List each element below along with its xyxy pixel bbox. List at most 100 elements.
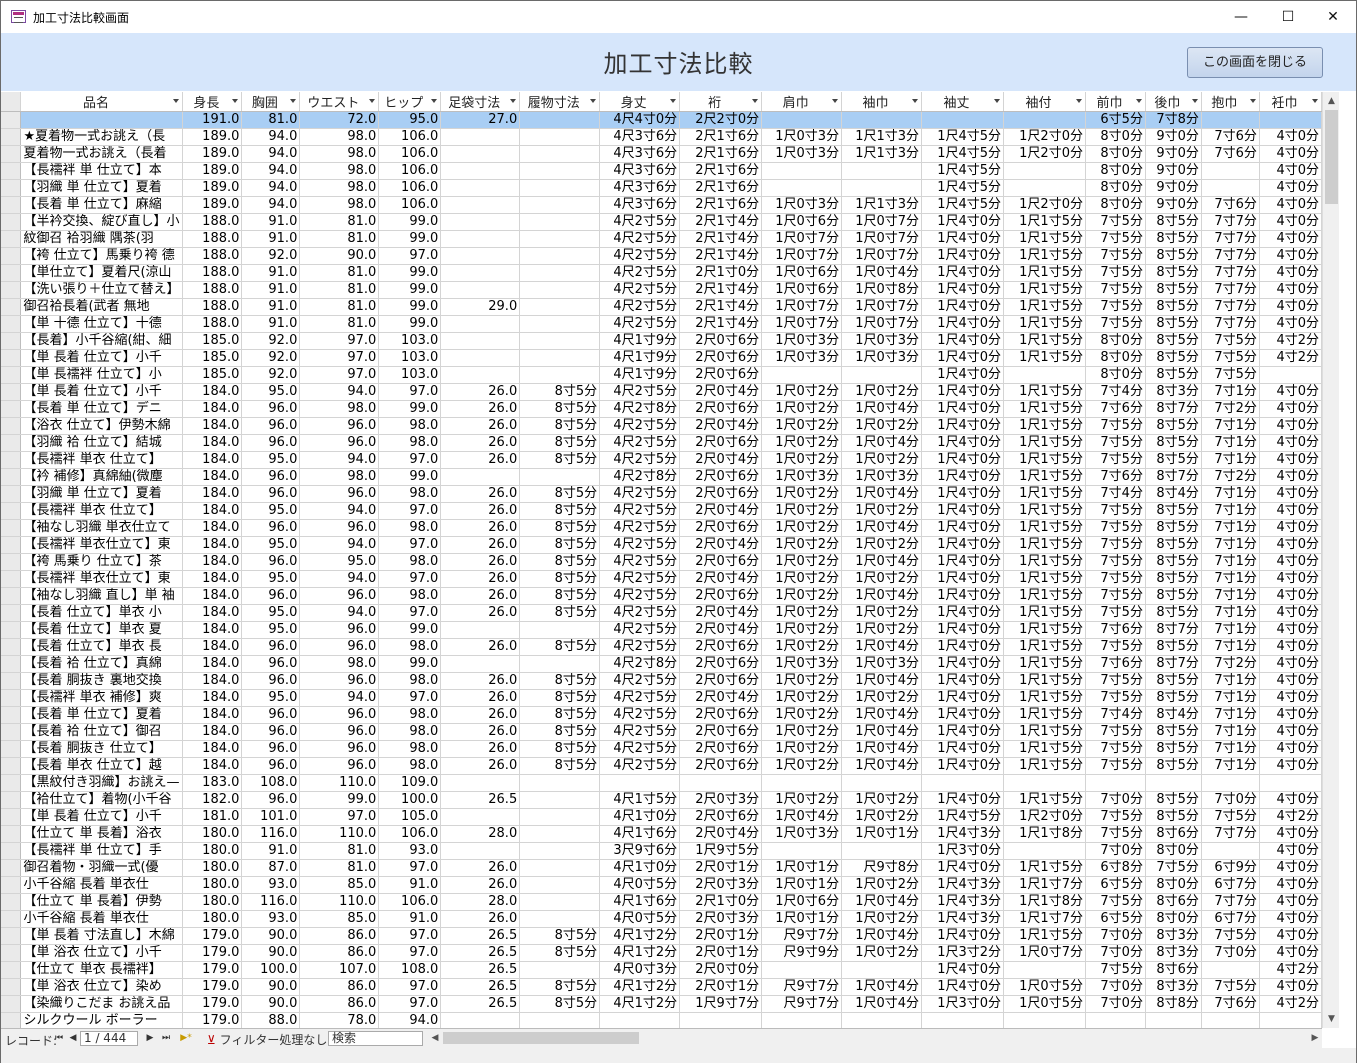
table-cell[interactable] xyxy=(1003,162,1086,180)
table-cell[interactable] xyxy=(1201,1012,1260,1028)
table-cell[interactable]: 1尺4寸0分 xyxy=(921,740,1005,758)
table-cell[interactable]: 2尺0寸4分 xyxy=(679,825,763,843)
table-cell[interactable] xyxy=(1145,1012,1202,1028)
table-cell[interactable]: 1尺2寸0分 xyxy=(1003,145,1086,163)
table-cell[interactable]: 96.0 xyxy=(299,740,380,758)
table-cell[interactable]: 1尺4寸0分 xyxy=(921,332,1005,350)
table-cell[interactable]: 2尺0寸4分 xyxy=(679,383,763,401)
table-cell[interactable]: 97.0 xyxy=(378,247,442,265)
table-cell[interactable]: 1尺0寸2分 xyxy=(761,621,843,639)
table-cell[interactable]: 7寸0分 xyxy=(1201,944,1260,962)
table-cell[interactable]: 【袴 馬乗り 仕立て】茶 xyxy=(20,553,184,571)
table-cell[interactable]: 98.0 xyxy=(299,179,380,197)
table-cell[interactable]: 1尺1寸5分 xyxy=(1003,621,1086,639)
table-cell[interactable]: 85.0 xyxy=(299,876,380,894)
table-row[interactable]: 【長襦袢 単衣 仕立て】 184.0 95.0 94.0 97.0 26.0 8寸5分 4尺2… xyxy=(1,451,1322,469)
table-cell[interactable]: 189.0 xyxy=(182,128,243,146)
table-cell[interactable]: 【長着 仕立て】単衣 小 xyxy=(20,604,184,622)
table-row[interactable]: 【染織りこだま お誂え品 179.0 90.0 86.0 97.0 26.5 8寸5分 4尺1… xyxy=(1,995,1322,1013)
table-cell[interactable]: 1尺4寸0分 xyxy=(921,247,1005,265)
table-cell[interactable]: 96.0 xyxy=(241,417,301,435)
table-cell[interactable] xyxy=(519,366,601,384)
table-cell[interactable]: 184.0 xyxy=(182,672,243,690)
table-cell[interactable]: 180.0 xyxy=(182,876,243,894)
record-selector[interactable] xyxy=(1,400,22,418)
table-cell[interactable]: 97.0 xyxy=(378,502,442,520)
table-cell[interactable]: 1尺0寸2分 xyxy=(841,910,923,928)
table-cell[interactable]: 【単 浴衣 仕立て】小千 xyxy=(20,944,184,962)
table-cell[interactable]: 4尺2寸8分 xyxy=(599,400,681,418)
table-cell[interactable]: 8寸5分 xyxy=(519,944,601,962)
table-cell[interactable]: 7寸1分 xyxy=(1201,434,1260,452)
table-cell[interactable]: 4寸0分 xyxy=(1259,893,1322,911)
table-cell[interactable]: 2尺0寸4分 xyxy=(679,417,763,435)
table-cell[interactable]: 1尺0寸4分 xyxy=(841,553,923,571)
table-cell[interactable] xyxy=(440,281,521,299)
table-cell[interactable]: 4尺1寸2分 xyxy=(599,944,681,962)
table-cell[interactable]: 7寸5分 xyxy=(1201,927,1260,945)
table-cell[interactable]: 184.0 xyxy=(182,757,243,775)
new-record-icon[interactable]: ▶* xyxy=(176,1031,196,1045)
record-selector[interactable] xyxy=(1,179,22,197)
table-cell[interactable]: 2尺1寸0分 xyxy=(679,264,763,282)
table-cell[interactable]: 4尺0寸5分 xyxy=(599,910,681,928)
record-selector[interactable] xyxy=(1,349,22,367)
scroll-up-icon[interactable]: ▲ xyxy=(1325,94,1338,108)
table-cell[interactable]: 1尺0寸3分 xyxy=(841,349,923,367)
table-cell[interactable]: 1尺1寸5分 xyxy=(1003,519,1086,537)
table-cell[interactable]: 1尺0寸2分 xyxy=(841,417,923,435)
table-cell[interactable]: 8寸7分 xyxy=(1145,400,1202,418)
table-cell[interactable]: 8寸5分 xyxy=(1145,315,1202,333)
table-cell[interactable]: 4尺3寸6分 xyxy=(599,162,681,180)
column-filter-dropdown-icon[interactable] xyxy=(912,99,919,103)
table-cell[interactable]: 105.0 xyxy=(378,808,442,826)
table-cell[interactable]: 97.0 xyxy=(299,808,380,826)
table-cell[interactable]: 1尺0寸2分 xyxy=(841,570,923,588)
record-selector[interactable] xyxy=(1,196,22,214)
table-cell[interactable]: 1尺1寸5分 xyxy=(1003,638,1086,656)
table-cell[interactable]: 【長襦袢 単衣 仕立て】 xyxy=(20,502,184,520)
table-cell[interactable]: 【長着 単 仕立て】麻縮 xyxy=(20,196,184,214)
table-row[interactable]: 【単 浴衣 仕立て】小千 179.0 90.0 86.0 97.0 26.5 8寸5分 4尺1… xyxy=(1,944,1322,962)
table-cell[interactable]: 103.0 xyxy=(378,349,442,367)
table-cell[interactable]: 184.0 xyxy=(182,502,243,520)
table-cell[interactable] xyxy=(519,145,601,163)
table-cell[interactable]: 【染織りこだま お誂え品 xyxy=(20,995,184,1013)
table-cell[interactable]: 96.0 xyxy=(241,519,301,537)
table-cell[interactable]: 28.0 xyxy=(440,893,521,911)
table-cell[interactable]: 1尺1寸3分 xyxy=(841,145,923,163)
table-cell[interactable]: 1尺4寸0分 xyxy=(921,281,1005,299)
table-cell[interactable]: 7寸0分 xyxy=(1085,791,1146,809)
table-cell[interactable]: 2尺0寸6分 xyxy=(679,757,763,775)
table-cell[interactable]: 4尺2寸5分 xyxy=(599,502,681,520)
table-cell[interactable]: 4寸0分 xyxy=(1259,400,1322,418)
record-selector[interactable] xyxy=(1,995,22,1013)
table-cell[interactable] xyxy=(841,366,923,384)
table-cell[interactable]: 95.0 xyxy=(299,553,380,571)
table-cell[interactable]: 1尺1寸5分 xyxy=(1003,604,1086,622)
table-cell[interactable]: 7寸0分 xyxy=(1085,927,1146,945)
table-cell[interactable]: 184.0 xyxy=(182,536,243,554)
table-row[interactable]: 【仕立て 単 長着】浴衣 180.0 116.0 110.0 106.0 28.0 4尺1寸… xyxy=(1,825,1322,843)
table-cell[interactable]: 1尺0寸3分 xyxy=(761,349,843,367)
table-cell[interactable]: 【単 長着 寸法直し】木綿 xyxy=(20,927,184,945)
table-cell[interactable]: 8寸5分 xyxy=(1145,587,1202,605)
table-cell[interactable]: 8寸5分 xyxy=(519,519,601,537)
table-cell[interactable]: 7寸4分 xyxy=(1085,485,1146,503)
table-cell[interactable]: 7寸6分 xyxy=(1085,621,1146,639)
table-cell[interactable]: 4尺1寸2分 xyxy=(599,978,681,996)
table-cell[interactable]: 1尺0寸2分 xyxy=(761,570,843,588)
table-cell[interactable]: 2尺0寸6分 xyxy=(679,672,763,690)
table-cell[interactable]: 1尺0寸2分 xyxy=(761,757,843,775)
table-cell[interactable] xyxy=(761,162,843,180)
table-cell[interactable]: 96.0 xyxy=(241,791,301,809)
table-cell[interactable]: 8寸5分 xyxy=(1145,502,1202,520)
table-cell[interactable]: 81.0 xyxy=(299,859,380,877)
table-cell[interactable]: 8寸0分 xyxy=(1145,876,1202,894)
table-cell[interactable]: 94.0 xyxy=(299,502,380,520)
table-cell[interactable]: 181.0 xyxy=(182,808,243,826)
table-cell[interactable]: 4尺3寸6分 xyxy=(599,179,681,197)
table-cell[interactable]: 110.0 xyxy=(299,774,380,792)
table-cell[interactable]: 1尺1寸5分 xyxy=(1003,247,1086,265)
table-cell[interactable]: 86.0 xyxy=(299,978,380,996)
